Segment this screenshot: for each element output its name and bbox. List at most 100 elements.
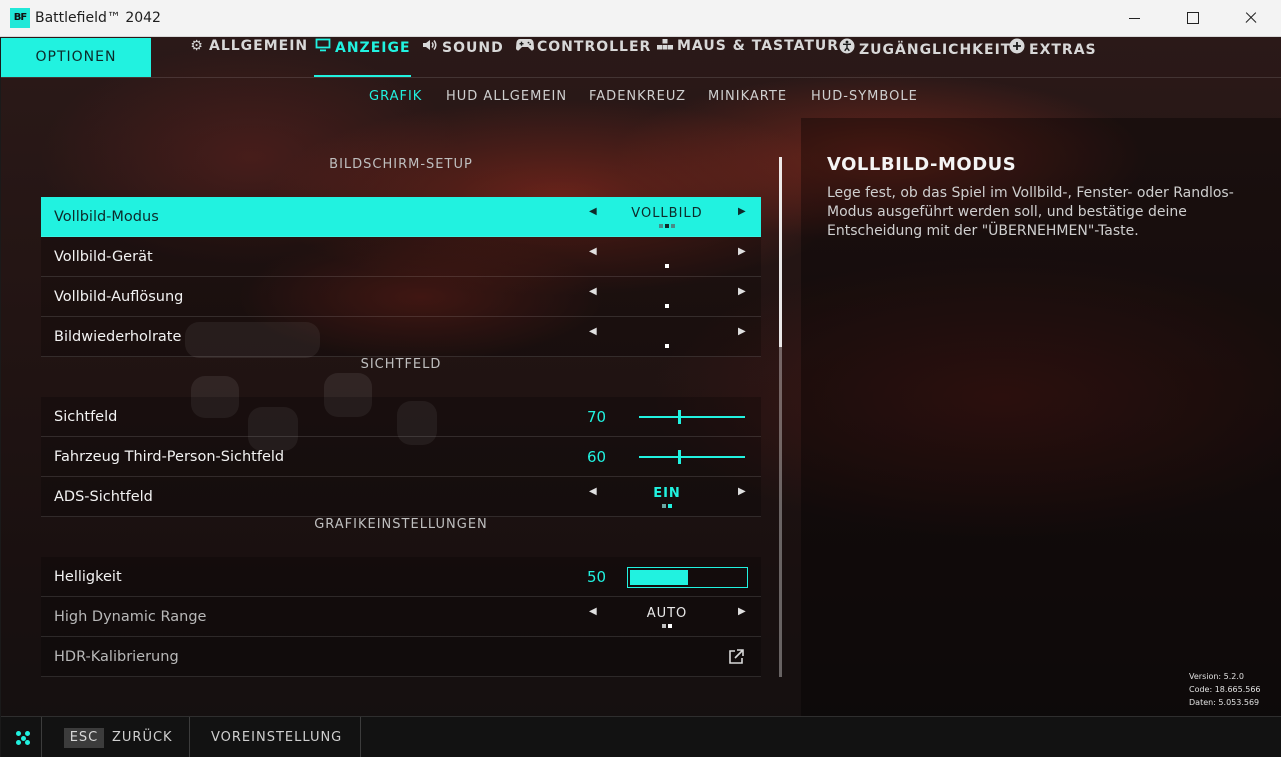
option-dot (659, 224, 663, 228)
arrow-right-icon[interactable]: ▶ (738, 286, 746, 297)
code-line: Code: 18.665.566 (1189, 685, 1261, 694)
arrow-right-icon[interactable]: ▶ (738, 326, 746, 337)
arrow-right-icon[interactable]: ▶ (738, 486, 746, 497)
tab-controller[interactable]: CONTROLLER (516, 38, 651, 77)
fov-slider-thumb[interactable] (678, 410, 682, 424)
tab-sound[interactable]: SOUND (421, 38, 504, 77)
setting-row-ads-fov[interactable]: ADS-Sichtfeld ◀ EIN ▶ (41, 477, 761, 517)
setting-value: 50 (587, 568, 607, 586)
setting-row-fullscreen-resolution[interactable]: Vollbild-Auflösung ◀ ▶ (41, 277, 761, 317)
arrow-left-icon[interactable]: ◀ (589, 246, 597, 257)
option-dot (662, 624, 666, 628)
setting-row-hdr[interactable]: High Dynamic Range ◀ AUTO ▶ (41, 597, 761, 637)
option-dot (671, 224, 675, 228)
option-dot (665, 264, 669, 268)
back-button[interactable]: ZURÜCK (112, 730, 173, 745)
option-dot (662, 504, 666, 508)
setting-label: Bildwiederholrate (54, 329, 182, 345)
setting-label: HDR-Kalibrierung (54, 649, 179, 665)
subtab-fadenkreuz[interactable]: FADENKREUZ (589, 89, 686, 104)
tab-label: EXTRAS (1029, 42, 1097, 58)
setting-label: Vollbild-Auflösung (54, 289, 184, 305)
setting-label: Vollbild-Modus (54, 209, 159, 225)
arrow-right-icon[interactable]: ▶ (738, 606, 746, 617)
setting-label: High Dynamic Range (54, 609, 207, 625)
preset-button[interactable]: VOREINSTELLUNG (211, 730, 342, 745)
monitor-icon (314, 38, 332, 56)
menu-logo-icon[interactable] (16, 731, 30, 745)
setting-row-brightness[interactable]: Helligkeit 50 (41, 557, 761, 597)
group-header-screen-setup: BILDSCHIRM-SETUP (329, 157, 473, 172)
gear-icon: ⚙ (190, 38, 204, 54)
option-indicator (606, 304, 728, 308)
group-header-graphics: GRAFIKEINSTELLUNGEN (314, 517, 488, 532)
tab-label: CONTROLLER (537, 39, 652, 55)
setting-value: VOLLBILD (631, 206, 703, 221)
setting-label: Sichtfeld (54, 409, 118, 425)
subtab-grafik[interactable]: GRAFIK (369, 89, 422, 104)
subtab-hud-allgemein[interactable]: HUD ALLGEMEIN (446, 89, 567, 104)
setting-row-fullscreen-mode[interactable]: Vollbild-Modus ◀ VOLLBILD ▶ (41, 197, 761, 237)
setting-row-fullscreen-device[interactable]: Vollbild-Gerät ◀ ▶ (41, 237, 761, 277)
subtab-hud-symbole[interactable]: HUD-SYMBOLE (811, 89, 918, 104)
maximize-button[interactable] (1163, 0, 1221, 37)
plus-circle-icon (1008, 38, 1026, 58)
option-dot (665, 344, 669, 348)
setting-row-vehicle-fov[interactable]: Fahrzeug Third-Person-Sichtfeld 60 (41, 437, 761, 477)
section-tab-optionen[interactable]: OPTIONEN (1, 38, 151, 77)
option-dot (665, 304, 669, 308)
footer-bar: ESC ZURÜCK VOREINSTELLUNG (1, 716, 1281, 757)
setting-label: Vollbild-Gerät (54, 249, 153, 265)
top-navigation: OPTIONEN ⚙ ALLGEMEIN ANZEIGE SOUND CONTRO… (1, 38, 1281, 78)
version-info: Version: 5.2.0 Code: 18.665.566 Daten: 5… (1189, 670, 1261, 709)
info-description: Lege fest, ob das Spiel im Vollbild-, Fe… (827, 185, 1234, 239)
arrow-right-icon[interactable]: ▶ (738, 206, 746, 217)
tab-zugaenglichkeit[interactable]: ZUGÄNGLICHKEIT (838, 38, 1011, 77)
setting-label: ADS-Sichtfeld (54, 489, 153, 505)
window-title: Battlefield™ 2042 (35, 10, 161, 26)
fov-slider-track[interactable] (639, 416, 745, 418)
tab-allgemein[interactable]: ⚙ ALLGEMEIN (188, 38, 308, 77)
vehicle-fov-slider-thumb[interactable] (678, 450, 682, 464)
setting-value: 70 (587, 408, 607, 426)
setting-row-fov[interactable]: Sichtfeld 70 (41, 397, 761, 437)
battlefield-logo-icon: BF (10, 8, 30, 28)
setting-row-refresh-rate[interactable]: Bildwiederholrate ◀ ▶ (41, 317, 761, 357)
accessibility-icon (838, 38, 856, 58)
arrow-right-icon[interactable]: ▶ (738, 246, 746, 257)
setting-value: EIN (653, 486, 681, 501)
tab-label: ANZEIGE (335, 40, 411, 56)
option-dot (665, 224, 669, 228)
minimize-button[interactable] (1105, 0, 1163, 37)
arrow-left-icon[interactable]: ◀ (589, 206, 597, 217)
close-button[interactable] (1221, 0, 1279, 37)
tab-extras[interactable]: EXTRAS (1008, 38, 1097, 77)
arrow-left-icon[interactable]: ◀ (589, 326, 597, 337)
arrow-left-icon[interactable]: ◀ (589, 486, 597, 497)
vehicle-fov-slider-track[interactable] (639, 456, 745, 458)
option-dot (668, 624, 672, 628)
tab-label: MAUS & TASTATUR (677, 38, 840, 54)
window-titlebar: BF Battlefield™ 2042 (0, 0, 1281, 37)
tab-label: SOUND (442, 40, 504, 56)
tab-maus-tastatur[interactable]: MAUS & TASTATUR (656, 38, 839, 77)
setting-row-hdr-calibration[interactable]: HDR-Kalibrierung (41, 637, 761, 677)
arrow-left-icon[interactable]: ◀ (589, 606, 597, 617)
arrow-left-icon[interactable]: ◀ (589, 286, 597, 297)
subtab-minikarte[interactable]: MINIKARTE (708, 89, 787, 104)
gamepad-icon (516, 38, 534, 55)
setting-label: Fahrzeug Third-Person-Sichtfeld (54, 449, 285, 465)
option-dot (668, 504, 672, 508)
option-indicator (606, 624, 728, 628)
tab-anzeige[interactable]: ANZEIGE (314, 38, 411, 77)
option-indicator (606, 504, 728, 508)
brightness-bar[interactable] (627, 567, 748, 588)
setting-value: 60 (587, 448, 607, 466)
version-line: Version: 5.2.0 (1189, 672, 1245, 681)
setting-value: AUTO (646, 606, 688, 621)
option-indicator (606, 264, 728, 268)
settings-scrollbar-thumb[interactable] (779, 157, 782, 347)
tab-label: ZUGÄNGLICHKEIT (859, 42, 1012, 58)
external-link-icon[interactable] (727, 648, 745, 666)
tab-label: ALLGEMEIN (209, 38, 309, 54)
